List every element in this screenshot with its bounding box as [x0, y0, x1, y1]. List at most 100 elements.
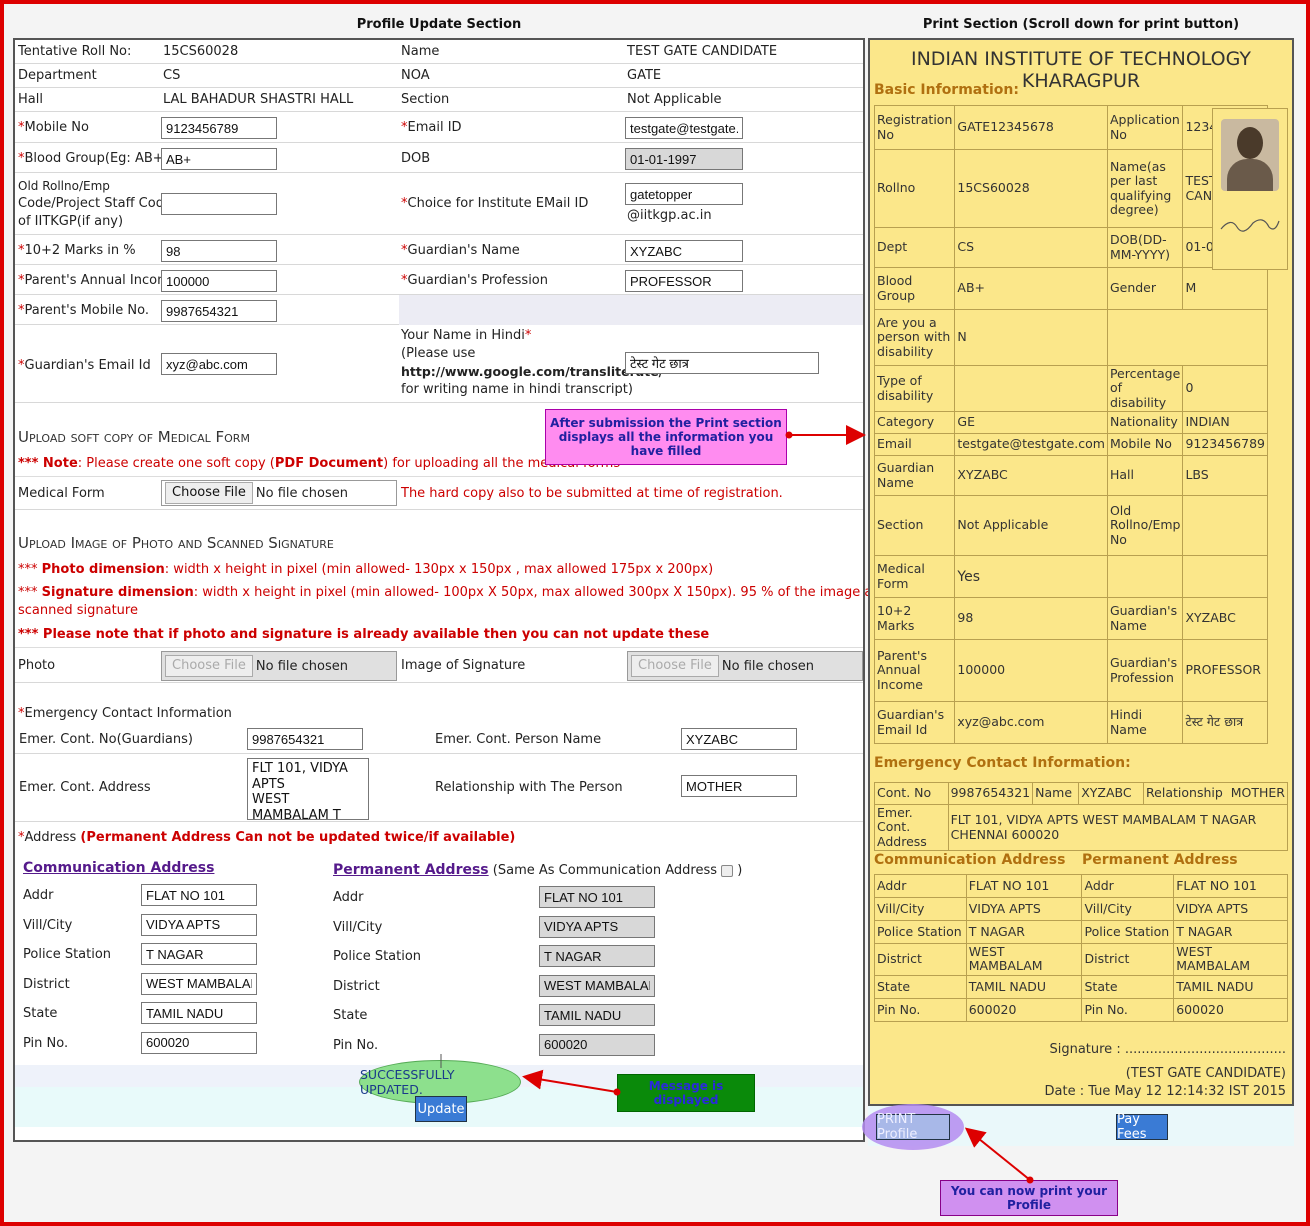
print-comm-title: Communication Address — [874, 852, 1066, 868]
email-input[interactable] — [625, 117, 743, 139]
comm-input[interactable] — [141, 972, 257, 995]
photo-label: Photo — [18, 658, 56, 673]
pmobile-label: *Parent's Mobile No. — [18, 303, 149, 318]
roll-value: 15CS60028 — [163, 44, 239, 59]
signature-line: Signature : ............................… — [1049, 1042, 1286, 1057]
guardian-label: *Guardian's Name — [401, 243, 520, 258]
row-medical: Medical Form Choose File No file chosen … — [15, 476, 863, 510]
name-label: Name — [401, 44, 440, 59]
emer-person-input[interactable] — [681, 728, 797, 750]
old-roll-label-1: Old Rollno/Emp — [18, 179, 110, 193]
gemail-input[interactable] — [161, 353, 277, 375]
dob-label: DOB — [401, 151, 431, 166]
profile-update-panel: Tentative Roll No: 15CS60028 Name TEST G… — [13, 38, 1018, 1142]
perm-label: Police Station — [333, 949, 422, 964]
hall-value: LAL BAHADUR SHASTRI HALL — [163, 92, 354, 107]
print-address-row: District WEST MAMBALAM District WEST MAMBAL… — [874, 943, 1288, 976]
print-address-row: Police Station T NAGAR Police Station T NAG… — [874, 920, 1288, 944]
hindi-name-input[interactable] — [625, 352, 819, 374]
email-label: *Email ID — [401, 120, 462, 135]
perm-input[interactable] — [539, 945, 655, 967]
print-section-header: Print Section (Scroll down for print but… — [922, 16, 1240, 32]
photo-choose-button[interactable]: Choose File — [165, 655, 253, 677]
rel-input[interactable] — [681, 775, 797, 797]
row-pmobile: *Parent's Mobile No. — [15, 295, 863, 325]
photo-dimension-note: *** Photo dimension: width x height in p… — [18, 562, 714, 577]
dob-input[interactable] — [625, 148, 743, 170]
print-address-row: Addr FLAT NO 101 Addr FLAT NO 101 — [874, 874, 1288, 898]
old-roll-input[interactable] — [161, 193, 277, 215]
inst-email-input[interactable] — [625, 183, 743, 205]
row-income: *Parent's Annual Income *Guardian's Prof… — [15, 265, 863, 295]
update-button[interactable]: Update — [415, 1096, 467, 1122]
comm-input[interactable] — [141, 913, 257, 936]
comm-input[interactable] — [141, 943, 257, 965]
candidate-photo — [1221, 119, 1279, 191]
perm-input[interactable] — [539, 974, 655, 997]
same-as-checkbox[interactable] — [721, 864, 734, 877]
row-marks: *10+2 Marks in % *Guardian's Name — [15, 235, 863, 265]
medical-file-input[interactable]: Choose File No file chosen — [161, 480, 397, 506]
signature-name: (TEST GATE CANDIDATE) — [1125, 1066, 1286, 1081]
guardian-input[interactable] — [625, 240, 743, 262]
emer-no-label: Emer. Cont. No(Guardians) — [19, 732, 193, 747]
mobile-input[interactable] — [161, 117, 277, 139]
noa-value: GATE — [627, 68, 662, 83]
medical-heading: Upload soft copy of Medical Form — [18, 428, 250, 446]
emer-no-input[interactable] — [247, 728, 363, 750]
pmobile-input[interactable] — [161, 300, 277, 322]
hindi-link[interactable]: http://www.google.com/transliterate/ — [401, 364, 663, 379]
hindi-label-4: for writing name in hindi transcript) — [401, 382, 633, 397]
signature-file-input[interactable]: Choose File No file chosen — [627, 651, 863, 681]
comm-label: Addr — [23, 888, 54, 903]
address-heading: *Address (Permanent Address Can not be u… — [18, 830, 516, 845]
print-profile-callout: You can now print your Profile — [940, 1180, 1118, 1216]
comm-label: Vill/City — [23, 917, 73, 933]
signature-file-status: No file chosen — [721, 658, 814, 674]
perm-input[interactable] — [539, 886, 655, 908]
emer-addr-label: Emer. Cont. Address — [19, 780, 151, 795]
gprof-label: *Guardian's Profession — [401, 273, 548, 288]
signature-label: Image of Signature — [401, 658, 526, 673]
perm-input[interactable] — [539, 915, 655, 938]
income-input[interactable] — [161, 270, 277, 292]
message-callout: Message is displayed — [617, 1074, 755, 1112]
permanent-address-title: Permanent Address (Same As Communication… — [333, 862, 743, 878]
print-address-row: Pin No. 600020 Pin No. 600020 — [874, 997, 1288, 1022]
roll-label: Tentative Roll No: — [18, 44, 132, 59]
inst-email-label: *Choice for Institute EMail ID — [401, 196, 589, 211]
medical-label: Medical Form — [18, 486, 105, 501]
name-value: TEST GATE CANDIDATE — [627, 44, 778, 59]
perm-input[interactable] — [539, 1004, 655, 1026]
emergency-info-title: Emergency Contact Information: — [874, 755, 1131, 771]
print-perm-title: Permanent Address — [1082, 852, 1238, 868]
perm-label: Pin No. — [333, 1037, 379, 1053]
signature-choose-button[interactable]: Choose File — [631, 655, 719, 677]
blood-input[interactable] — [161, 148, 277, 170]
section-value: Not Applicable — [627, 92, 722, 107]
photo-file-input[interactable]: Choose File No file chosen — [161, 651, 397, 681]
comm-input[interactable] — [141, 1002, 257, 1024]
pay-fees-button[interactable]: Pay Fees — [1116, 1112, 1168, 1142]
marks-input[interactable] — [161, 240, 277, 262]
hindi-label-1: Your Name in Hindi* — [401, 328, 532, 343]
perm-label: District — [333, 978, 380, 994]
emer-person-label: Emer. Cont. Person Name — [435, 732, 602, 747]
medical-choose-button[interactable]: Choose File — [165, 482, 253, 504]
perm-label: Addr — [333, 890, 364, 905]
comm-input[interactable] — [141, 884, 257, 906]
comm-input[interactable] — [141, 1031, 257, 1054]
noa-label: NOA — [401, 68, 430, 83]
gprof-input[interactable] — [625, 270, 743, 292]
communication-address-title: Communication Address — [23, 860, 215, 876]
print-profile-button[interactable]: PRINT Profile — [876, 1112, 950, 1142]
perm-input[interactable] — [539, 1033, 655, 1056]
row-emergency-addr: Emer. Cont. Address FLT 101, VIDYA APTS WE… — [15, 754, 863, 822]
row-emergency-no: Emer. Cont. No(Guardians) Emer. Cont. Pe… — [15, 724, 863, 754]
emer-addr-textarea[interactable]: FLT 101, VIDYA APTS WEST MAMBALAM T — [247, 758, 369, 820]
hard-copy-note: The hard copy also to be submitted at ti… — [401, 486, 783, 501]
row-photo: Photo Choose File No file chosen Image o… — [15, 647, 863, 683]
section-label: Section — [401, 92, 450, 107]
print-address-row: Vill/City VIDYA APTS Vill/City VIDYA APTS — [874, 897, 1288, 921]
row-dept: Department CS NOA GATE — [15, 64, 863, 88]
